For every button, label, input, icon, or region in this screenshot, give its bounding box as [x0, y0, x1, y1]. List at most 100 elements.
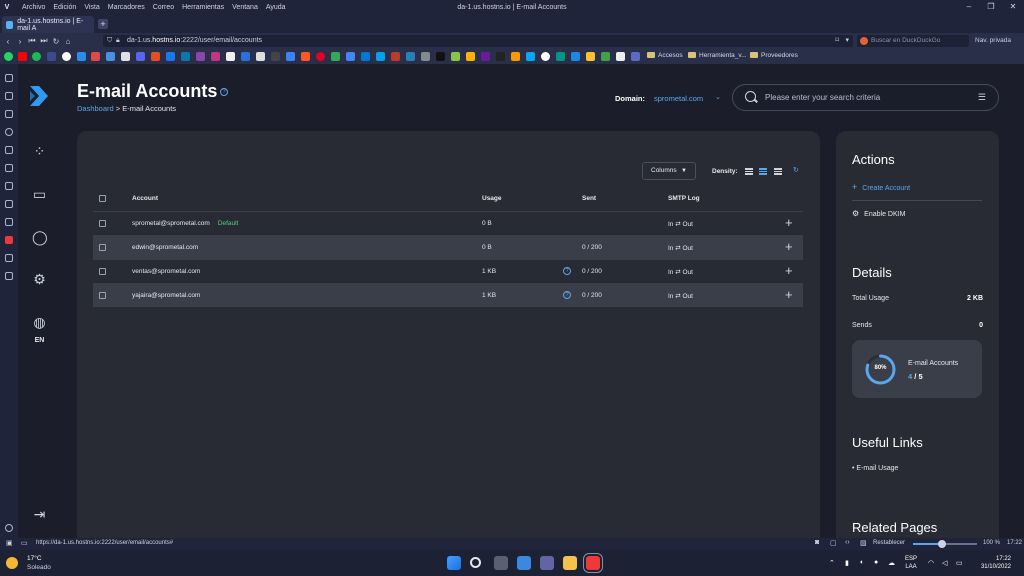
url-dropdown-icon[interactable]: ▾	[845, 35, 849, 47]
bookmark-icon[interactable]	[91, 52, 100, 61]
bookmark-icon[interactable]	[496, 52, 505, 61]
columns-button[interactable]: Columns ▼	[642, 162, 696, 180]
bookmark-folder-accesos[interactable]: Accesos	[647, 52, 683, 59]
capture-icon[interactable]: ◙	[815, 539, 819, 546]
bookmark-icon[interactable]	[601, 52, 610, 61]
bookmark-icon[interactable]	[361, 52, 370, 61]
chevron-up-icon[interactable]: ⌃	[829, 559, 835, 567]
info-question-icon[interactable]: ?	[563, 291, 571, 299]
expand-plus-icon[interactable]: +	[785, 263, 793, 278]
notes-icon[interactable]	[5, 146, 13, 154]
bookmark-icon[interactable]	[406, 52, 415, 61]
bookmark-icon[interactable]	[571, 52, 580, 61]
bookmark-folder-proveedores[interactable]: Proveedores	[750, 52, 798, 59]
bookmark-folder-herramienta[interactable]: Herramienta_v...	[688, 52, 747, 59]
bookmark-icon[interactable]	[241, 52, 250, 61]
tiling-icon[interactable]: ▭	[21, 539, 28, 547]
browser-search-field[interactable]: Buscar en DuckDuckGo	[857, 35, 969, 47]
menu-ventana[interactable]: Ventana	[232, 4, 258, 11]
bookmark-icon[interactable]	[616, 52, 625, 61]
expand-plus-icon[interactable]: +	[785, 215, 793, 230]
volume-icon[interactable]: ◁	[942, 559, 947, 567]
table-row[interactable]: sprometal@sprometal.com Default 0 B In ⇄ …	[93, 211, 803, 235]
sun-weather-icon[interactable]	[6, 557, 18, 569]
row-checkbox[interactable]	[99, 268, 106, 275]
logout-icon[interactable]: ⇥	[32, 507, 47, 522]
translate-icon[interactable]	[5, 182, 13, 190]
account-smtp-log[interactable]: In ⇄ Out	[668, 268, 693, 276]
tasks-icon[interactable]	[5, 218, 13, 226]
bookmark-icon[interactable]	[181, 52, 190, 61]
bookmark-icon[interactable]	[211, 52, 220, 61]
minimize-icon[interactable]: –	[958, 0, 980, 14]
bookmark-icon[interactable]	[331, 52, 340, 61]
help-icon[interactable]: ?	[220, 88, 228, 96]
add-panel-icon[interactable]	[5, 272, 13, 280]
header-smtp-log[interactable]: SMTP Log	[668, 195, 700, 202]
header-sent[interactable]: Sent	[582, 195, 596, 202]
density-standard-icon[interactable]	[759, 168, 767, 175]
bookmark-youtube-icon[interactable]	[18, 52, 27, 61]
search-input[interactable]: Please enter your search criteria ☰	[732, 84, 999, 111]
bookmark-icon[interactable]	[166, 52, 175, 61]
account-smtp-log[interactable]: In ⇄ Out	[668, 220, 693, 228]
close-icon[interactable]: ✕	[1002, 0, 1024, 14]
taskbar-search-icon[interactable]	[470, 557, 481, 568]
windows-start-icon[interactable]	[447, 556, 461, 570]
zoom-slider-knob[interactable]	[937, 540, 946, 548]
email-usage-link[interactable]: • E-mail Usage	[852, 465, 898, 472]
file-explorer-icon[interactable]	[563, 556, 577, 570]
table-row[interactable]: edwin@sprometal.com 0 B 0 / 200 In ⇄ Out…	[93, 235, 803, 259]
reload-icon[interactable]: ↻	[50, 37, 62, 46]
tray-app-icon[interactable]: ◐	[860, 559, 864, 566]
menu-ayuda[interactable]: Ayuda	[266, 4, 286, 11]
bookmark-icon[interactable]	[631, 52, 640, 61]
row-checkbox[interactable]	[99, 292, 106, 299]
code-icon[interactable]: ‹›	[845, 539, 850, 546]
domain-selector[interactable]: sprometal.com	[654, 94, 703, 103]
menu-marcadores[interactable]: Marcadores	[108, 4, 145, 11]
back-icon[interactable]: ‹	[2, 37, 14, 46]
mail-icon[interactable]	[5, 164, 13, 172]
bookmark-icon[interactable]	[226, 52, 235, 61]
bookmark-icon[interactable]	[286, 52, 295, 61]
bookmark-icon[interactable]	[541, 52, 550, 61]
maximize-icon[interactable]: ❐	[980, 0, 1002, 14]
reading-list-icon[interactable]	[5, 92, 13, 100]
refresh-icon[interactable]: ↻	[793, 166, 799, 174]
vivaldi-taskbar-icon[interactable]	[583, 553, 603, 573]
account-smtp-log[interactable]: In ⇄ Out	[668, 244, 693, 252]
new-tab-icon[interactable]: +	[98, 19, 108, 29]
table-row[interactable]: ventas@sprometal.com 1 KB ? 0 / 200 In ⇄…	[93, 259, 803, 283]
bookmark-icon[interactable]	[256, 52, 265, 61]
taskbar-clock[interactable]: 17:22 31/10/2022	[975, 555, 1011, 571]
bookmark-icon[interactable]	[77, 52, 86, 61]
bookmark-page-icon[interactable]: ⌑	[835, 35, 839, 47]
onedrive-icon[interactable]: ☁	[888, 559, 895, 567]
bookmark-icon[interactable]	[466, 52, 475, 61]
bookmark-icon[interactable]	[106, 52, 115, 61]
rewind-icon[interactable]: ⏮	[26, 36, 38, 46]
url-field[interactable]: ⛉ 🔒︎ da-1.us.hostns.io:2222/user/email/a…	[103, 35, 853, 47]
settings-icon[interactable]	[5, 524, 13, 532]
bookmark-icon[interactable]	[436, 52, 445, 61]
bookmarks-panel-icon[interactable]	[5, 74, 13, 82]
bookmark-icon[interactable]	[391, 52, 400, 61]
select-all-checkbox[interactable]	[99, 195, 106, 202]
info-question-icon[interactable]: ?	[563, 267, 571, 275]
language-label[interactable]: EN	[18, 337, 61, 344]
expand-plus-icon[interactable]: +	[785, 239, 793, 254]
breadcrumb-dashboard-link[interactable]: Dashboard	[77, 104, 114, 113]
forward-icon[interactable]: ›	[14, 37, 26, 46]
chat-icon[interactable]	[540, 556, 554, 570]
tile-icon[interactable]: ▢	[830, 539, 837, 547]
tray-app-icon[interactable]: ▮	[845, 559, 849, 567]
bookmark-icon[interactable]	[586, 52, 595, 61]
enable-dkim-button[interactable]: ⚙ Enable DKIM	[852, 209, 905, 218]
bookmark-spotify-icon[interactable]	[32, 52, 41, 61]
calendar-icon[interactable]	[5, 200, 13, 208]
downloads-icon[interactable]	[5, 110, 13, 118]
bookmark-whatsapp-icon[interactable]	[4, 52, 13, 61]
tray-app-icon[interactable]: ●	[874, 559, 878, 566]
wifi-icon[interactable]: ◠	[928, 559, 934, 567]
